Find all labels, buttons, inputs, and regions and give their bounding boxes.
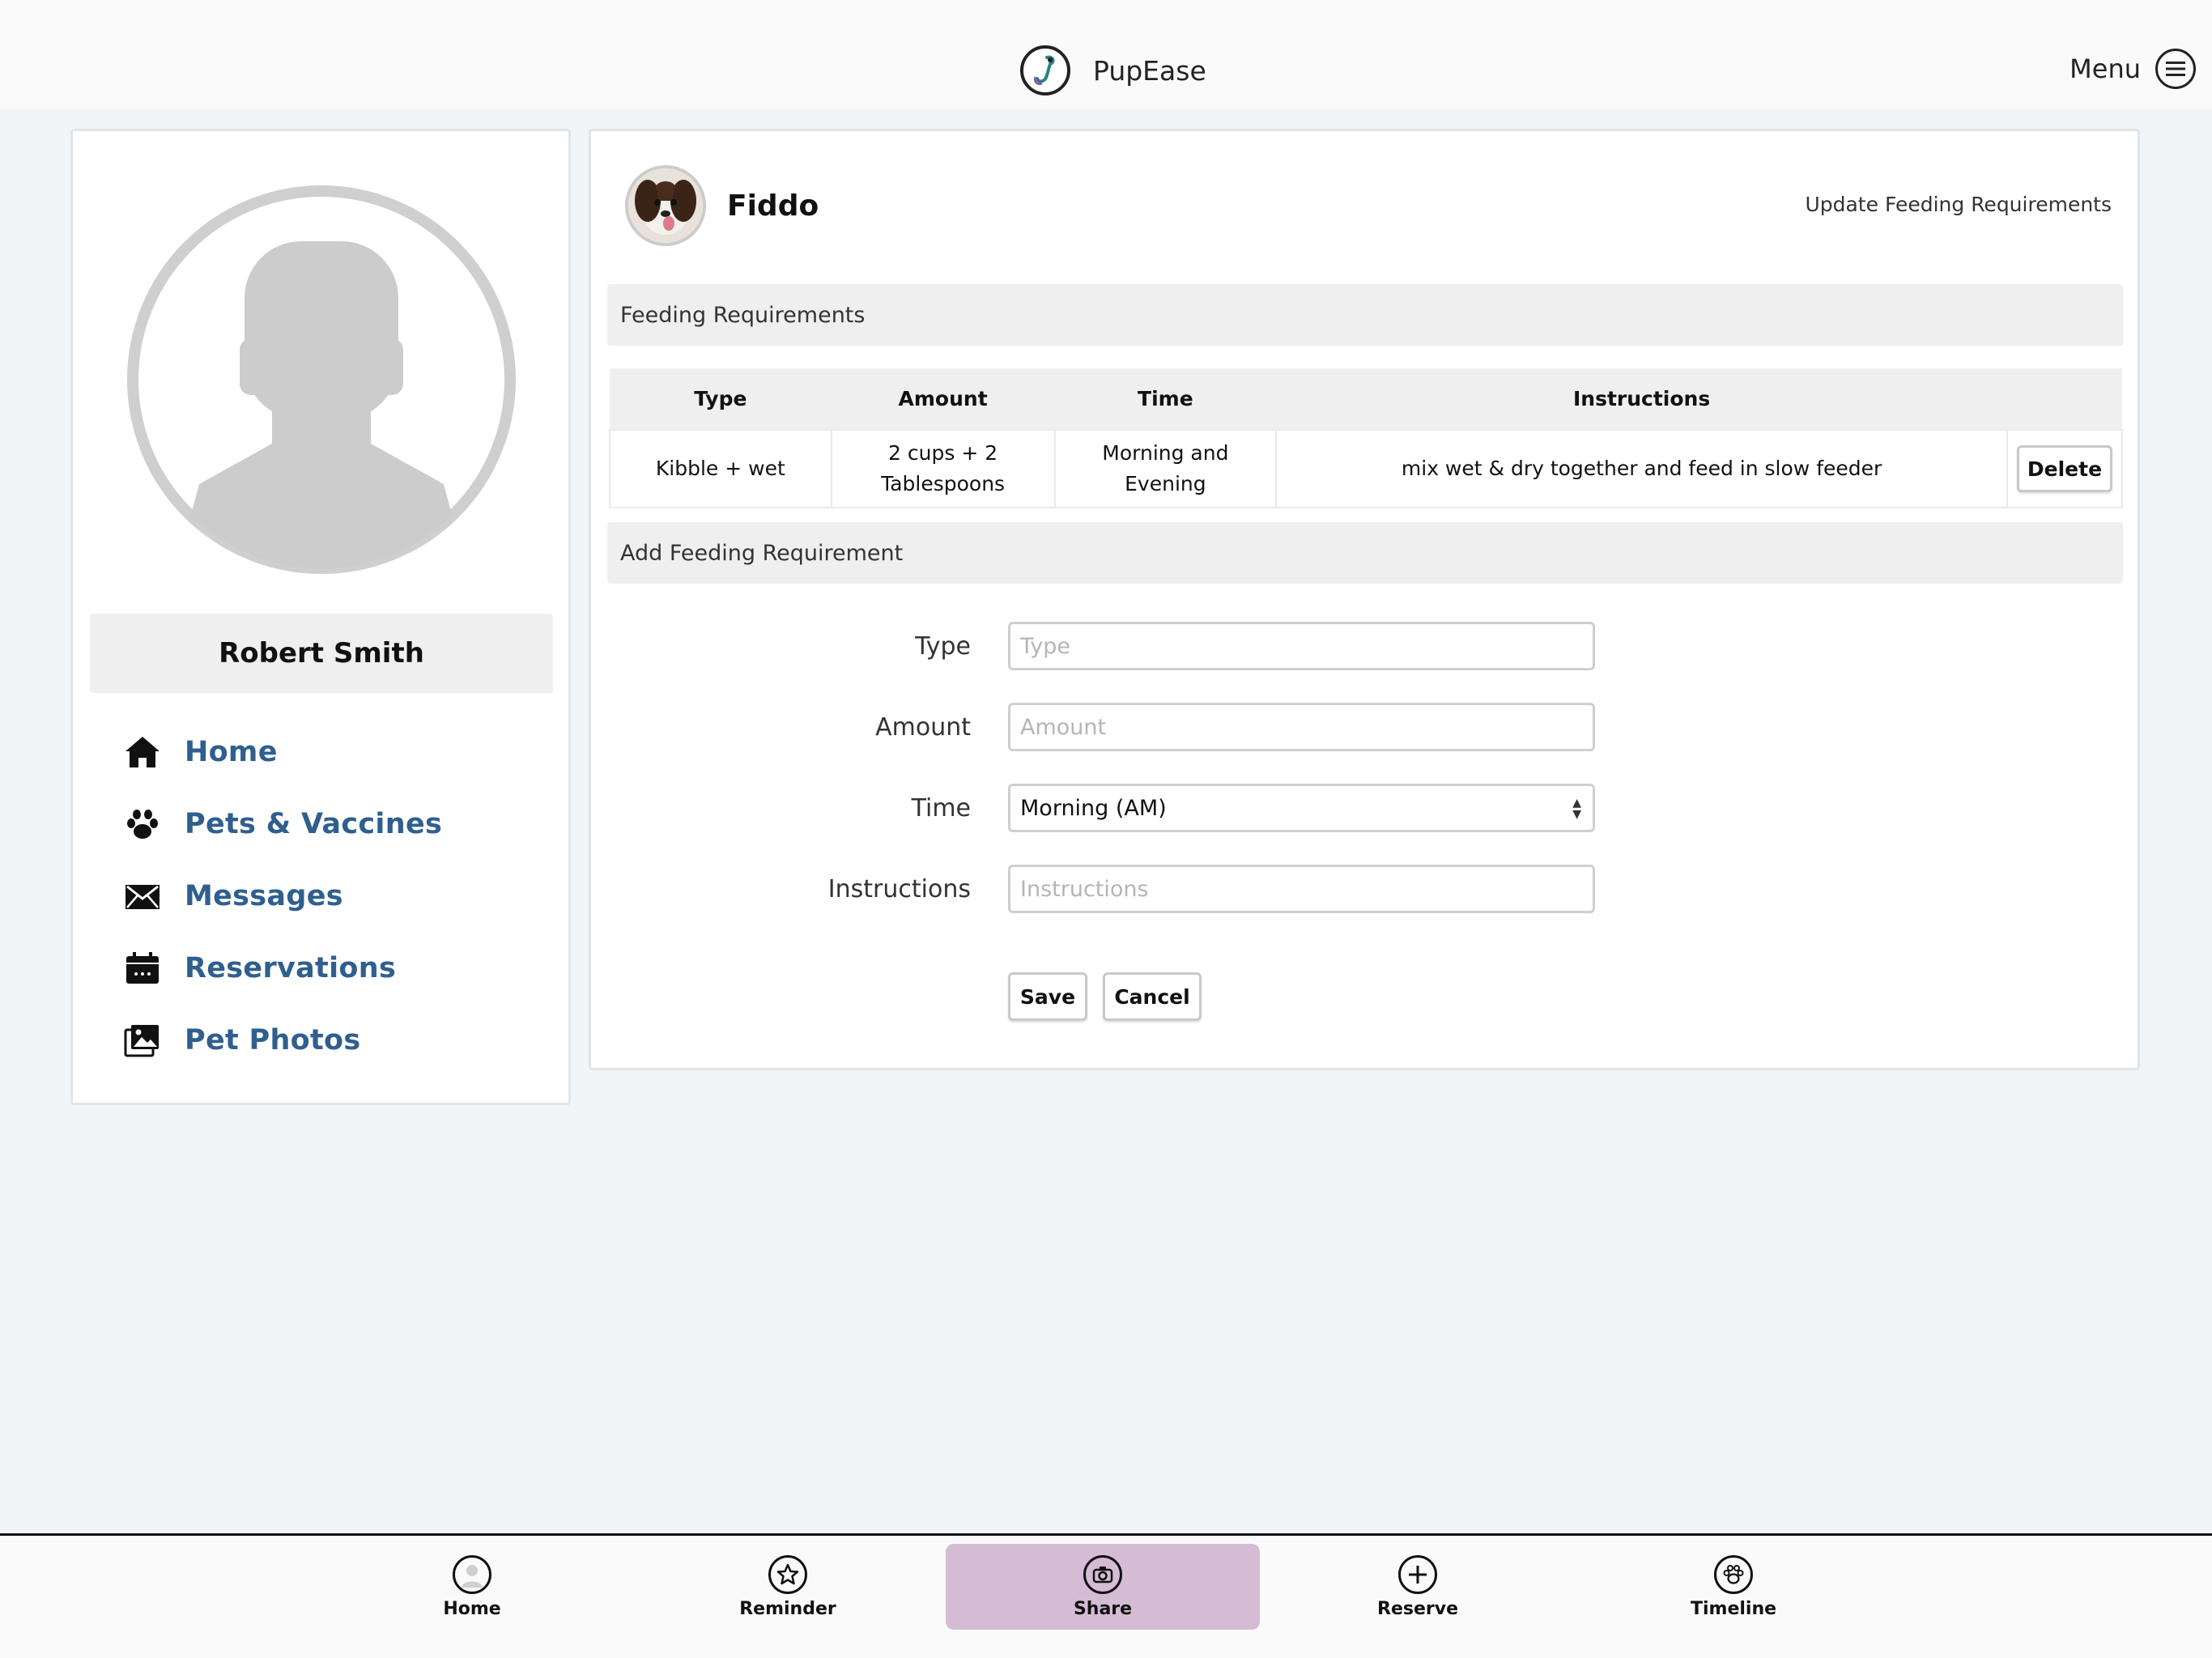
sidebar-item-pets-vaccines[interactable]: Pets & Vaccines: [121, 788, 442, 860]
profile-sidebar: Robert Smith Home Pets & Vaccines Messag…: [70, 129, 571, 1105]
menu-button[interactable]: Menu: [2069, 49, 2196, 89]
cell-time: Morning and Evening: [1053, 429, 1278, 508]
time-select-value: Morning (AM): [1020, 795, 1167, 821]
pet-name: Fiddo: [727, 189, 819, 223]
cell-instructions: mix wet & dry together and feed in slow …: [1275, 429, 2008, 508]
sidebar-item-label: Pet Photos: [185, 1023, 361, 1056]
star-icon: [768, 1554, 807, 1594]
app-header: PupEase Menu: [0, 0, 2212, 108]
column-header-instructions: Instructions: [1276, 368, 2007, 430]
amount-input[interactable]: [1008, 703, 1595, 751]
cell-actions: Delete: [2006, 429, 2124, 508]
user-name: Robert Smith: [90, 614, 553, 693]
sidebar-item-label: Messages: [185, 879, 343, 912]
tab-label: Share: [1073, 1598, 1133, 1619]
cell-type: Kibble + wet: [609, 429, 832, 508]
type-input[interactable]: [1008, 622, 1595, 670]
sidebar-nav: Home Pets & Vaccines Messages Reservatio…: [121, 716, 442, 1076]
instructions-input[interactable]: [1008, 865, 1595, 913]
form-row-type: Type: [591, 622, 2142, 670]
sidebar-item-messages[interactable]: Messages: [121, 860, 442, 932]
sidebar-item-reservations[interactable]: Reservations: [121, 932, 442, 1004]
instructions-label: Instructions: [827, 874, 971, 903]
form-row-time: Time Morning (AM) ▲ ▼: [591, 784, 2142, 832]
feeding-card: Fiddo Update Feeding Requirements Feedin…: [589, 129, 2140, 1070]
sidebar-item-label: Pets & Vaccines: [185, 807, 443, 840]
save-button[interactable]: Save: [1008, 972, 1087, 1021]
table-row: Kibble + wet 2 cups + 2 Tablespoons Morn…: [609, 429, 2124, 508]
tab-home[interactable]: Home: [315, 1544, 629, 1630]
sidebar-item-pet-photos[interactable]: Pet Photos: [121, 1004, 442, 1076]
camera-icon: [1083, 1554, 1122, 1594]
cancel-button[interactable]: Cancel: [1103, 972, 1202, 1021]
column-header-actions: [2006, 368, 2122, 430]
calendar-icon: [121, 947, 164, 989]
paw-icon: [1714, 1554, 1753, 1594]
tab-label: Reminder: [739, 1598, 836, 1619]
column-header-time: Time: [1054, 368, 1277, 430]
envelope-icon: [121, 875, 164, 917]
feeding-table: Type Amount Time Instructions Kibble + w…: [609, 368, 2124, 508]
home-icon: [121, 731, 164, 773]
time-label: Time: [911, 793, 971, 823]
plus-icon: [1398, 1554, 1437, 1594]
paw-icon: [121, 803, 164, 845]
tab-label: Reserve: [1377, 1598, 1458, 1619]
tab-label: Timeline: [1690, 1598, 1777, 1619]
amount-label: Amount: [875, 712, 971, 742]
column-header-amount: Amount: [831, 368, 1055, 430]
sidebar-item-home[interactable]: Home: [121, 716, 442, 788]
update-feeding-link[interactable]: Update Feeding Requirements: [1805, 193, 2112, 216]
form-row-instructions: Instructions: [591, 865, 2142, 913]
table-header-row: Type Amount Time Instructions: [610, 368, 2122, 430]
brand[interactable]: PupEase: [1020, 44, 1206, 97]
column-header-type: Type: [610, 368, 832, 430]
hamburger-icon: [2155, 49, 2196, 89]
bottom-tab-bar: Home Reminder Share Reserve Timeline: [0, 1533, 2212, 1658]
tab-reminder[interactable]: Reminder: [631, 1544, 945, 1630]
cell-amount: 2 cups + 2 Tablespoons: [830, 429, 1056, 508]
tab-share[interactable]: Share: [946, 1544, 1260, 1630]
brand-name: PupEase: [1093, 54, 1206, 87]
pet-header: Fiddo: [625, 165, 819, 246]
sidebar-item-label: Home: [185, 735, 278, 768]
add-feeding-title: Add Feeding Requirement: [607, 522, 2123, 584]
delete-button[interactable]: Delete: [2016, 445, 2112, 492]
tab-reserve[interactable]: Reserve: [1261, 1544, 1575, 1630]
menu-label: Menu: [2069, 53, 2141, 84]
type-label: Type: [915, 631, 971, 661]
user-avatar: [126, 185, 517, 575]
brand-logo-icon: [1020, 45, 1070, 96]
photos-icon: [121, 1019, 164, 1061]
time-select[interactable]: Morning (AM) ▲ ▼: [1008, 784, 1595, 832]
tab-label: Home: [443, 1598, 501, 1619]
pet-avatar: [625, 165, 706, 246]
feeding-requirements-title: Feeding Requirements: [607, 284, 2123, 346]
tab-timeline[interactable]: Timeline: [1576, 1544, 1891, 1630]
person-icon: [453, 1554, 491, 1594]
sidebar-item-label: Reservations: [185, 951, 397, 984]
select-arrows-icon: ▲ ▼: [1572, 797, 1581, 821]
form-row-amount: Amount: [591, 703, 2142, 751]
